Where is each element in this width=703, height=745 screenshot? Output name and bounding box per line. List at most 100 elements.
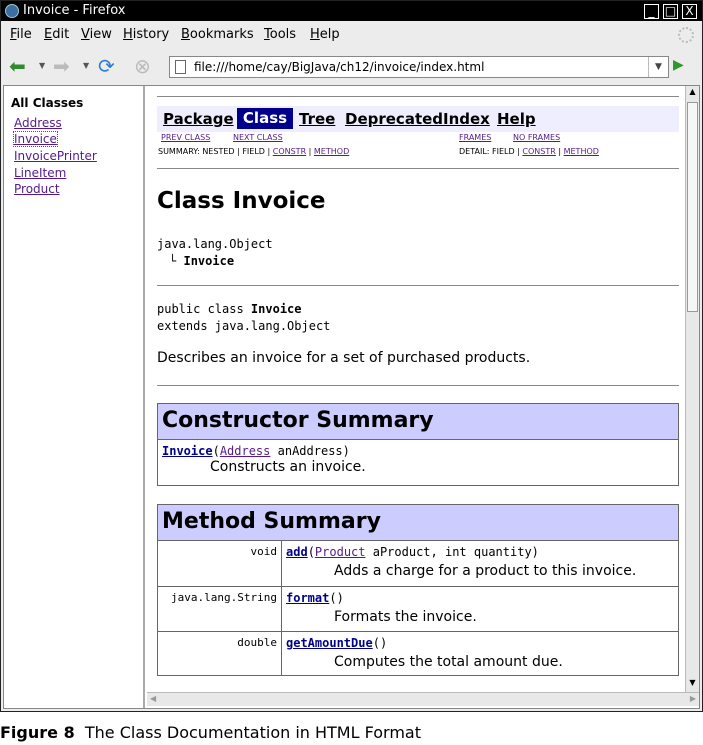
page-icon	[175, 60, 186, 74]
class-link-invoice[interactable]: Invoice	[13, 131, 58, 147]
url-text[interactable]: file:///home/cay/BigJava/ch12/invoice/in…	[194, 57, 484, 77]
class-list-frame: All Classes Address Invoice InvoicePrint…	[4, 86, 145, 708]
nav-deprecated-link[interactable]: Deprecated	[345, 110, 443, 128]
back-icon[interactable]: ⬅	[9, 55, 26, 77]
browser-window: Invoice - Firefox _ □ X File Edit View H…	[0, 0, 703, 712]
method-row-format: java.lang.String format() Formats the in…	[158, 586, 678, 631]
nav-tree-link[interactable]: Tree	[299, 110, 335, 128]
return-type: void	[158, 541, 282, 586]
menu-bookmarks[interactable]: Bookmarks	[181, 23, 254, 47]
maximize-button[interactable]: □	[663, 4, 678, 19]
summary-method-link[interactable]: METHOD	[314, 147, 349, 156]
menu-file[interactable]: File	[10, 23, 32, 47]
method-summary-heading: Method Summary	[158, 505, 678, 541]
navigation-toolbar: ⬅ ▼ ➡ ▼ ⟳ ⊗ file:///home/cay/BigJava/ch1…	[1, 49, 702, 83]
detail-constr-link[interactable]: CONSTR	[522, 147, 555, 156]
nav-help-link[interactable]: Help	[497, 110, 536, 128]
divider	[157, 168, 679, 169]
class-doc-frame: Package Class Tree Deprecated Index Help…	[147, 86, 685, 692]
class-link-address[interactable]: Address	[14, 116, 62, 130]
method-description: Formats the invoice.	[334, 609, 477, 625]
scroll-right-icon[interactable]: ▶	[690, 694, 696, 703]
hierarchy-root: java.lang.Object	[157, 237, 273, 251]
figure-caption: Figure 8 The Class Documentation in HTML…	[0, 723, 421, 742]
go-icon[interactable]: ▶	[673, 57, 684, 73]
constructor-description: Constructs an invoice.	[210, 459, 366, 475]
method-row-add: void add(Product aProduct, int quantity)…	[158, 541, 678, 586]
detail-links: DETAIL: FIELD | CONSTR | METHOD	[459, 147, 599, 156]
stop-icon[interactable]: ⊗	[134, 55, 151, 77]
class-title: Class Invoice	[157, 188, 326, 214]
summary-prefix: SUMMARY: NESTED | FIELD |	[158, 147, 273, 156]
method-description: Computes the total amount due.	[334, 654, 563, 670]
next-class-link[interactable]: NEXT CLASS	[233, 133, 283, 142]
reload-icon[interactable]: ⟳	[98, 55, 115, 77]
constructor-link[interactable]: Invoice	[162, 444, 213, 458]
browser-content: All Classes Address Invoice InvoicePrint…	[3, 85, 700, 709]
constructor-row: Invoice(Address anAddress) Constructs an…	[158, 440, 678, 475]
menu-history[interactable]: History	[123, 23, 169, 47]
method-summary-table: Method Summary void add(Product aProduct…	[157, 504, 679, 676]
menu-edit[interactable]: Edit	[44, 23, 69, 47]
close-button[interactable]: X	[682, 4, 697, 19]
address-type-link[interactable]: Address	[220, 444, 271, 458]
method-signature: getAmountDue()	[286, 636, 388, 650]
nav-package-link[interactable]: Package	[163, 110, 234, 128]
scroll-down-icon[interactable]: ▼	[687, 678, 698, 690]
menu-tools[interactable]: Tools	[264, 23, 296, 47]
menu-bar: File Edit View History Bookmarks Tools H…	[1, 23, 702, 47]
url-bar[interactable]: file:///home/cay/BigJava/ch12/invoice/in…	[169, 56, 669, 78]
figure-label: Figure 8	[0, 723, 75, 742]
class-extends: extends java.lang.Object	[157, 319, 331, 333]
forward-history-dropdown[interactable]: ▼	[83, 61, 89, 70]
return-type: java.lang.String	[158, 587, 282, 631]
method-signature: add(Product aProduct, int quantity)	[286, 545, 539, 559]
detail-prefix: DETAIL: FIELD |	[459, 147, 523, 156]
method-format-link[interactable]: format	[286, 591, 329, 605]
title-bar: Invoice - Firefox _ □ X	[1, 1, 702, 21]
doc-nav-bar: Package Class Tree Deprecated Index Help	[157, 106, 679, 132]
method-signature: format()	[286, 591, 344, 605]
nav-class-current: Class	[237, 108, 293, 129]
class-link-invoiceprinter[interactable]: InvoicePrinter	[14, 149, 97, 163]
horizontal-scrollbar[interactable]: ◀ ▶	[147, 692, 699, 706]
method-getamountdue-link[interactable]: getAmountDue	[286, 636, 373, 650]
back-history-dropdown[interactable]: ▼	[39, 61, 45, 70]
firefox-icon	[5, 4, 19, 18]
divider	[157, 285, 679, 286]
class-description: Describes an invoice for a set of purcha…	[157, 350, 531, 366]
summary-constr-link[interactable]: CONSTR	[273, 147, 306, 156]
summary-links: SUMMARY: NESTED | FIELD | CONSTR | METHO…	[158, 147, 349, 156]
class-link-product[interactable]: Product	[14, 182, 60, 196]
all-classes-heading: All Classes	[11, 96, 84, 110]
forward-icon[interactable]: ➡	[53, 55, 70, 77]
scroll-left-icon[interactable]: ◀	[150, 694, 156, 703]
vertical-scrollbar[interactable]: ▲ ▼	[685, 86, 699, 692]
constructor-summary-table: Constructor Summary Invoice(Address anAd…	[157, 403, 679, 486]
figure-caption-text: The Class Documentation in HTML Format	[84, 723, 421, 742]
scrollbar-thumb[interactable]	[687, 102, 698, 312]
divider	[157, 385, 679, 386]
class-link-lineitem[interactable]: LineItem	[14, 166, 66, 180]
menu-help[interactable]: Help	[310, 23, 340, 47]
tree-branch-icon: └	[169, 254, 177, 268]
throbber-icon	[678, 27, 694, 43]
product-type-link[interactable]: Product	[315, 545, 366, 559]
window-title: Invoice - Firefox	[23, 3, 126, 18]
nav-index-link[interactable]: Index	[443, 110, 490, 128]
frames-link[interactable]: FRAMES	[459, 133, 491, 142]
return-type: double	[158, 632, 282, 676]
url-dropdown-icon[interactable]: ▼	[648, 57, 668, 77]
method-add-link[interactable]: add	[286, 545, 308, 559]
scroll-up-icon[interactable]: ▲	[687, 87, 698, 99]
no-frames-link[interactable]: NO FRAMES	[513, 133, 560, 142]
detail-method-link[interactable]: METHOD	[564, 147, 599, 156]
hierarchy-child: └ Invoice	[169, 254, 235, 268]
prev-class-link[interactable]: PREV CLASS	[161, 133, 210, 142]
method-description: Adds a charge for a product to this invo…	[334, 563, 637, 579]
divider	[157, 96, 679, 97]
summary-sep: |	[306, 147, 314, 156]
menu-view[interactable]: View	[81, 23, 112, 47]
class-declaration: public class Invoice	[157, 302, 302, 316]
minimize-button[interactable]: _	[644, 4, 659, 19]
